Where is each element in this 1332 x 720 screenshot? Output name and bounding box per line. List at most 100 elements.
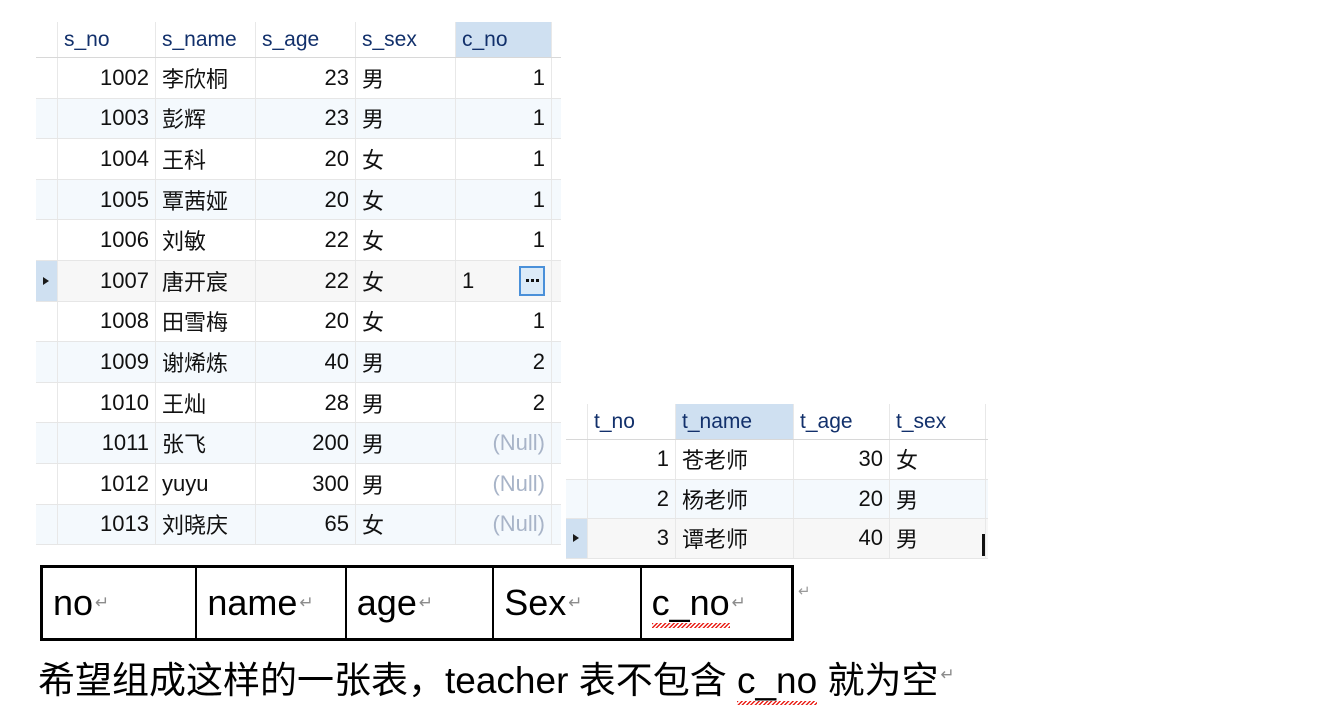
- cell-s_no[interactable]: 1004: [58, 139, 156, 179]
- table-row[interactable]: 1008 田雪梅 20 女 1: [36, 301, 561, 343]
- cell-t_name[interactable]: 苍老师: [676, 440, 794, 479]
- cell-t_sex[interactable]: 女: [890, 440, 986, 479]
- cell-s_age[interactable]: 20: [256, 179, 356, 220]
- cell-editor-ellipsis-button[interactable]: [519, 265, 545, 296]
- row-selector[interactable]: [36, 382, 58, 423]
- cell-s_age[interactable]: 22: [256, 220, 356, 260]
- cell-s_sex[interactable]: 女: [356, 179, 456, 220]
- cell-t_name[interactable]: 谭老师: [676, 519, 794, 558]
- cell-s_no[interactable]: 1013: [58, 504, 156, 545]
- cell-s_name[interactable]: 李欣桐: [156, 58, 256, 98]
- table-row[interactable]: 1003 彭辉 23 男 1: [36, 98, 561, 140]
- cell-s_name[interactable]: yuyu: [156, 463, 256, 504]
- schema-cell-age[interactable]: age ↵: [347, 568, 495, 638]
- cell-c_no[interactable]: (Null): [456, 463, 552, 504]
- column-header-s_sex[interactable]: s_sex: [356, 22, 456, 57]
- cell-s_name[interactable]: 刘晓庆: [156, 504, 256, 545]
- row-selector[interactable]: [36, 179, 58, 220]
- cell-s_sex[interactable]: 女: [356, 301, 456, 342]
- table-row[interactable]: 1007 唐开宸 22 女 1: [36, 260, 561, 302]
- row-selector[interactable]: [36, 260, 58, 301]
- table-row[interactable]: 1 苍老师 30 女: [566, 440, 988, 480]
- cell-s_name[interactable]: 王科: [156, 139, 256, 179]
- row-selector[interactable]: [36, 139, 58, 179]
- cell-s_age[interactable]: 20: [256, 301, 356, 342]
- cell-c_no[interactable]: (Null): [456, 504, 552, 545]
- row-selector[interactable]: [36, 423, 58, 463]
- cell-t_no[interactable]: 2: [588, 479, 676, 518]
- cell-s_name[interactable]: 谢烯炼: [156, 342, 256, 382]
- row-selector[interactable]: [566, 519, 588, 558]
- cell-t_name[interactable]: 杨老师: [676, 479, 794, 518]
- teacher-result-grid[interactable]: t_no t_name t_age t_sex 1 苍老师 30 女 2 杨老师 20 男 3 谭老师 40…: [566, 404, 988, 559]
- cell-s_sex[interactable]: 女: [356, 220, 456, 260]
- cell-s_age[interactable]: 23: [256, 58, 356, 98]
- cell-s_sex[interactable]: 女: [356, 504, 456, 545]
- cell-s_sex[interactable]: 女: [356, 260, 456, 301]
- cell-s_sex[interactable]: 男: [356, 463, 456, 504]
- row-selector[interactable]: [566, 440, 588, 479]
- table-row[interactable]: 3 谭老师 40 男: [566, 519, 988, 559]
- cell-c_no[interactable]: 1: [456, 260, 552, 301]
- student-result-grid[interactable]: s_no s_name s_age s_sex c_no 1002 李欣桐 23 男 1 1003 彭…: [36, 22, 561, 546]
- cell-s_no[interactable]: 1006: [58, 220, 156, 260]
- cell-s_age[interactable]: 23: [256, 98, 356, 139]
- cell-s_no[interactable]: 1005: [58, 179, 156, 220]
- cell-s_no[interactable]: 1007: [58, 260, 156, 301]
- column-header-s_age[interactable]: s_age: [256, 22, 356, 57]
- cell-s_no[interactable]: 1002: [58, 58, 156, 98]
- cell-t_age[interactable]: 30: [794, 440, 890, 479]
- cell-c_no[interactable]: 1: [456, 220, 552, 260]
- schema-cell-sex[interactable]: Sex ↵: [494, 568, 642, 638]
- cell-s_sex[interactable]: 女: [356, 139, 456, 179]
- row-selector[interactable]: [566, 479, 588, 518]
- cell-s_no[interactable]: 1011: [58, 423, 156, 463]
- cell-t_sex[interactable]: 男: [890, 479, 986, 518]
- cell-t_no[interactable]: 1: [588, 440, 676, 479]
- row-selector[interactable]: [36, 98, 58, 139]
- cell-s_no[interactable]: 1008: [58, 301, 156, 342]
- column-header-t_sex[interactable]: t_sex: [890, 404, 986, 439]
- row-selector[interactable]: [36, 220, 58, 260]
- column-header-t_age[interactable]: t_age: [794, 404, 890, 439]
- row-selector[interactable]: [36, 342, 58, 382]
- cell-s_no[interactable]: 1010: [58, 382, 156, 423]
- cell-c_no[interactable]: 1: [456, 58, 552, 98]
- cell-t_no[interactable]: 3: [588, 519, 676, 558]
- column-header-t_name[interactable]: t_name: [676, 404, 794, 439]
- cell-s_name[interactable]: 唐开宸: [156, 260, 256, 301]
- cell-c_no[interactable]: 1: [456, 139, 552, 179]
- cell-s_name[interactable]: 王灿: [156, 382, 256, 423]
- cell-t_age[interactable]: 20: [794, 479, 890, 518]
- cell-t_age[interactable]: 40: [794, 519, 890, 558]
- cell-s_sex[interactable]: 男: [356, 342, 456, 382]
- table-row[interactable]: 1005 覃茜娅 20 女 1: [36, 179, 561, 221]
- cell-s_no[interactable]: 1003: [58, 98, 156, 139]
- cell-c_no[interactable]: 2: [456, 382, 552, 423]
- table-row[interactable]: 1012 yuyu 300 男 (Null): [36, 463, 561, 505]
- row-selector[interactable]: [36, 58, 58, 98]
- schema-cell-name[interactable]: name ↵: [197, 568, 347, 638]
- row-selector[interactable]: [36, 504, 58, 545]
- table-row[interactable]: 1006 刘敏 22 女 1: [36, 220, 561, 261]
- desired-schema-table[interactable]: no ↵ name ↵ age ↵ Sex ↵ c_no ↵: [40, 565, 794, 641]
- cell-s_no[interactable]: 1012: [58, 463, 156, 504]
- cell-s_age[interactable]: 300: [256, 463, 356, 504]
- column-header-c_no[interactable]: c_no: [456, 22, 552, 57]
- table-row[interactable]: 1009 谢烯炼 40 男 2: [36, 342, 561, 383]
- cell-s_name[interactable]: 田雪梅: [156, 301, 256, 342]
- cell-s_name[interactable]: 张飞: [156, 423, 256, 463]
- cell-c_no[interactable]: 1: [456, 98, 552, 139]
- table-row[interactable]: 1010 王灿 28 男 2: [36, 382, 561, 424]
- table-row[interactable]: 1013 刘晓庆 65 女 (Null): [36, 504, 561, 546]
- schema-cell-c_no[interactable]: c_no ↵: [642, 568, 791, 638]
- cell-s_age[interactable]: 22: [256, 260, 356, 301]
- cell-s_name[interactable]: 刘敏: [156, 220, 256, 260]
- row-selector[interactable]: [36, 301, 58, 342]
- cell-s_age[interactable]: 65: [256, 504, 356, 545]
- cell-c_no[interactable]: 2: [456, 342, 552, 382]
- column-header-s_name[interactable]: s_name: [156, 22, 256, 57]
- cell-s_sex[interactable]: 男: [356, 423, 456, 463]
- cell-t_sex[interactable]: 男: [890, 519, 986, 558]
- cell-c_no[interactable]: 1: [456, 301, 552, 342]
